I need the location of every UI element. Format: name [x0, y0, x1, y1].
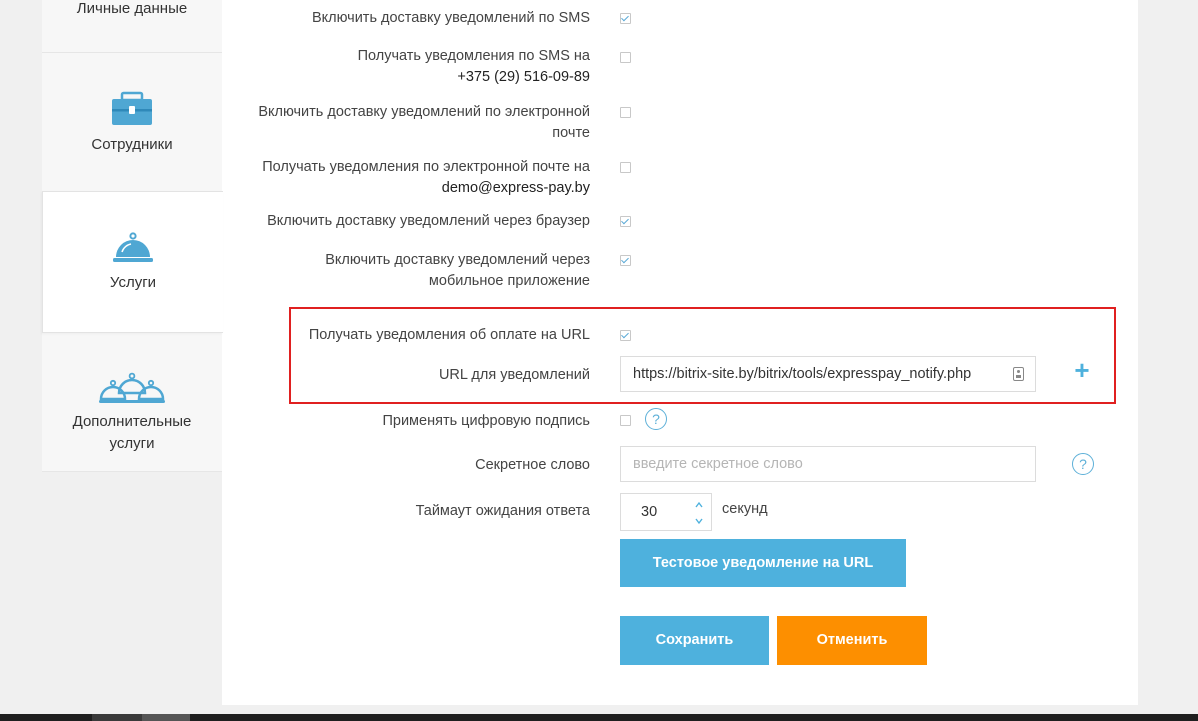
- contact-card-icon[interactable]: [1013, 367, 1024, 381]
- sms-receive-checkbox[interactable]: [620, 52, 631, 63]
- mobile-enable-label: Включить доставку уведомлений через моби…: [325, 250, 590, 292]
- digital-signature-checkbox[interactable]: [620, 415, 631, 426]
- sms-phone-number: +375 (29) 516-09-89: [457, 69, 590, 85]
- sidebar-item-label: Услуги: [109, 274, 157, 291]
- chevron-up-icon[interactable]: [694, 497, 704, 508]
- taskbar: [0, 714, 1198, 721]
- browser-enable-checkbox[interactable]: [620, 216, 631, 227]
- mobile-enable-text-line2: мобильное приложение: [428, 273, 590, 289]
- url-input[interactable]: https://bitrix-site.by/bitrix/tools/expr…: [620, 356, 1036, 392]
- email-enable-text-line2: почте: [552, 125, 590, 141]
- sidebar-item-label-line1: Дополнительные: [72, 413, 192, 430]
- sms-receive-text: Получать уведомления по SMS на: [357, 48, 590, 64]
- sidebar-item-label-line2: услуги: [109, 435, 155, 452]
- save-button[interactable]: Сохранить: [620, 616, 769, 665]
- secret-word-input[interactable]: введите секретное слово: [620, 446, 1036, 482]
- email-receive-text: Получать уведомления по электронной почт…: [262, 159, 590, 175]
- cloche-icon: [43, 232, 223, 266]
- email-address: demo@express-pay.by: [441, 180, 590, 196]
- digital-signature-label: Применять цифровую подпись: [382, 413, 590, 429]
- mobile-enable-text-line1: Включить доставку уведомлений через: [325, 252, 590, 268]
- sidebar-item-employees[interactable]: Сотрудники: [42, 52, 222, 192]
- briefcase-icon: [42, 91, 222, 127]
- email-receive-checkbox[interactable]: [620, 162, 631, 173]
- mobile-enable-checkbox[interactable]: [620, 255, 631, 266]
- help-icon[interactable]: ?: [1072, 453, 1094, 475]
- url-field-label: URL для уведомлений: [438, 367, 590, 383]
- taskbar-segment[interactable]: [92, 714, 142, 721]
- sidebar-item-additional-services[interactable]: Дополнительные услуги: [42, 332, 222, 472]
- sidebar-item-personal-data[interactable]: Личные данные: [42, 0, 222, 53]
- timeout-label: Таймаут ожидания ответа: [415, 503, 590, 519]
- sidebar-item-services[interactable]: Услуги: [42, 191, 223, 333]
- help-icon[interactable]: ?: [645, 408, 667, 430]
- sidebar-item-label: Личные данные: [76, 0, 188, 17]
- browser-enable-label: Включить доставку уведомлений через брау…: [267, 213, 590, 229]
- sms-enable-label: Включить доставку уведомлений по SMS: [311, 10, 590, 26]
- email-enable-label: Включить доставку уведомлений по электро…: [258, 102, 590, 144]
- chevron-down-icon[interactable]: [694, 513, 704, 525]
- secret-word-placeholder: введите секретное слово: [633, 456, 803, 472]
- test-notification-button[interactable]: Тестовое уведомление на URL: [620, 539, 906, 587]
- url-input-value: https://bitrix-site.by/bitrix/tools/expr…: [633, 366, 972, 382]
- url-payment-checkbox[interactable]: [620, 330, 631, 341]
- email-receive-label: Получать уведомления по электронной почт…: [262, 157, 590, 199]
- add-url-button[interactable]: +: [1071, 357, 1093, 383]
- taskbar-segment-active[interactable]: [142, 714, 190, 721]
- sms-enable-checkbox[interactable]: [620, 13, 631, 24]
- url-payment-label: Получать уведомления об оплате на URL: [308, 327, 590, 343]
- secret-word-label: Секретное слово: [475, 457, 590, 473]
- cloches-icon: [42, 371, 222, 407]
- sidebar-item-label: Сотрудники: [91, 136, 173, 153]
- timeout-value: 30: [641, 504, 658, 520]
- timeout-unit: секунд: [722, 501, 768, 517]
- email-enable-checkbox[interactable]: [620, 107, 631, 118]
- email-enable-text-line1: Включить доставку уведомлений по электро…: [258, 104, 590, 120]
- sms-receive-label: Получать уведомления по SMS на +375 (29)…: [358, 46, 590, 88]
- cancel-button[interactable]: Отменить: [777, 616, 927, 665]
